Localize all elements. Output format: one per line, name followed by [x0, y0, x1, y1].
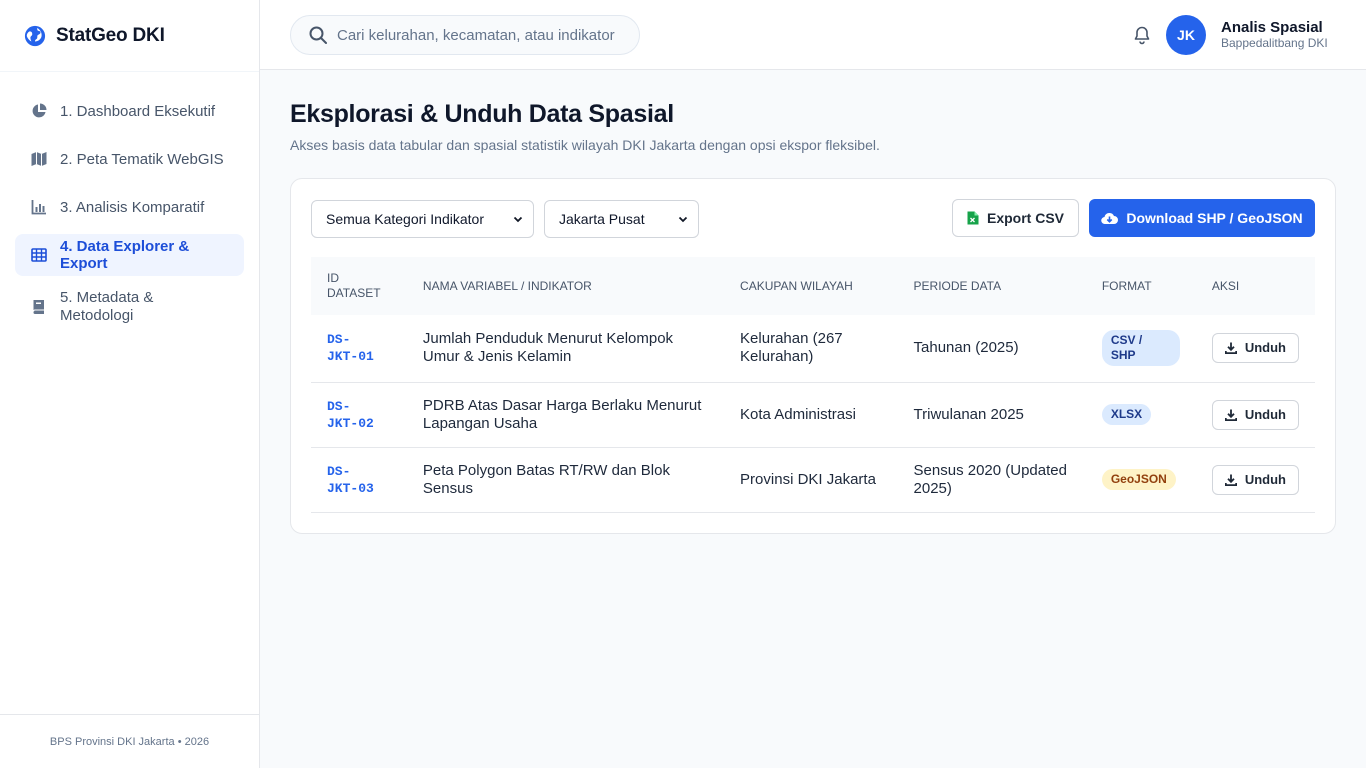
dataset-action: Unduh — [1195, 447, 1315, 513]
dataset-format: CSV / SHP — [1085, 315, 1196, 383]
dataset-coverage: Provinsi DKI Jakarta — [724, 447, 898, 513]
pie-chart-icon — [31, 103, 48, 120]
dataset-action: Unduh — [1195, 382, 1315, 448]
sidebar-item-label: 2. Peta Tematik WebGIS — [60, 150, 224, 168]
download-row-button[interactable]: Unduh — [1211, 464, 1299, 495]
dataset-format: GeoJSON — [1085, 447, 1196, 513]
sidebar: StatGeo DKI 1. Dashboard Eksekutif 2. Pe… — [0, 0, 260, 768]
dataset-id[interactable]: DS- JKT-03 — [311, 447, 407, 513]
download-icon — [1224, 342, 1237, 355]
sidebar-footer: BPS Provinsi DKI Jakarta • 2026 — [0, 714, 259, 768]
table-header-row: ID DATASET NAMA VARIABEL / INDIKATOR CAKU… — [311, 257, 1315, 315]
data-explorer-card: Semua Kategori Indikator Jakarta Pusat E… — [290, 178, 1336, 534]
region-select[interactable]: Jakarta Pusat — [544, 200, 699, 238]
file-spreadsheet-icon — [967, 211, 979, 225]
page-title: Eksplorasi & Unduh Data Spasial — [290, 100, 674, 128]
column-header-coverage[interactable]: CAKUPAN WILAYAH — [724, 257, 897, 315]
export-csv-button[interactable]: Export CSV — [952, 199, 1079, 237]
sidebar-item-data-explorer[interactable]: 4. Data Explorer & Export — [15, 234, 244, 276]
dataset-name: Peta Polygon Batas RT/RW dan Blok Sensus — [406, 447, 725, 513]
download-shp-label: Download SHP / GeoJSON — [1126, 210, 1303, 226]
topbar: JK Analis Spasial Bappedalitbang DKI — [260, 0, 1366, 70]
column-header-id[interactable]: ID DATASET — [311, 257, 407, 315]
column-header-action: AKSI — [1211, 278, 1240, 293]
dataset-period: Triwulanan 2025 — [897, 382, 1086, 448]
sidebar-item-analisis[interactable]: 3. Analisis Komparatif — [15, 186, 244, 228]
search-input[interactable] — [337, 26, 617, 44]
globe-icon — [24, 25, 46, 47]
column-header-format[interactable]: FORMAT — [1086, 257, 1196, 315]
map-icon — [31, 151, 48, 168]
table-row[interactable]: DS- JKT-03 Peta Polygon Batas RT/RW dan B… — [311, 447, 1315, 513]
dataset-format: XLSX — [1085, 382, 1196, 448]
dataset-id[interactable]: DS- JKT-02 — [311, 382, 407, 448]
table-row[interactable]: DS- JKT-01 Jumlah Penduduk Menurut Kelomp… — [311, 315, 1315, 383]
sidebar-item-dashboard[interactable]: 1. Dashboard Eksekutif — [15, 90, 244, 132]
download-row-label: Unduh — [1244, 406, 1286, 422]
dataset-period: Tahunan (2025) — [897, 315, 1086, 383]
dataset-name: Jumlah Penduduk Menurut Kelompok Umur & … — [406, 315, 725, 383]
brand[interactable]: StatGeo DKI — [0, 0, 259, 72]
dataset-coverage: Kelurahan (267 Kelurahan) — [724, 315, 898, 383]
sidebar-item-label: 5. Metadata & Metodologi — [60, 289, 154, 324]
chevron-down-icon — [513, 214, 523, 224]
download-icon — [1224, 474, 1237, 486]
dataset-table: ID DATASET NAMA VARIABEL / INDIKATOR CAKU… — [311, 257, 1315, 513]
page-subtitle: Akses basis data tabular dan spasial sta… — [290, 137, 880, 153]
download-shp-geojson-button[interactable]: Download SHP / GeoJSON — [1089, 199, 1315, 237]
dataset-id[interactable]: DS- JKT-01 — [311, 315, 407, 383]
download-row-label: Unduh — [1244, 471, 1286, 487]
category-select[interactable]: Semua Kategori Indikator — [311, 200, 534, 238]
cloud-download-icon — [1101, 211, 1119, 225]
table-icon — [31, 247, 48, 264]
format-badge: XLSX — [1101, 404, 1152, 425]
main-content: Eksplorasi & Unduh Data Spasial Akses ba… — [290, 100, 1336, 534]
export-csv-label: Export CSV — [986, 210, 1064, 226]
dataset-name: PDRB Atas Dasar Harga Berlaku Menurut La… — [406, 382, 725, 448]
user-name: Analis Spasial — [1221, 19, 1323, 36]
format-badge: CSV / SHP — [1101, 330, 1180, 367]
category-select-value: Semua Kategori Indikator — [326, 211, 484, 227]
search-icon — [309, 26, 327, 44]
dataset-coverage: Kota Administrasi — [724, 382, 898, 448]
region-select-value: Jakarta Pusat — [559, 211, 645, 227]
sidebar-item-label: 4. Data Explorer & Export — [60, 238, 190, 272]
table-row[interactable]: DS- JKT-02 PDRB Atas Dasar Harga Berlaku … — [311, 382, 1315, 448]
sidebar-item-label: 3. Analisis Komparatif — [60, 198, 205, 216]
sidebar-nav: 1. Dashboard Eksekutif 2. Peta Tematik W… — [0, 72, 259, 332]
brand-name: StatGeo DKI — [56, 24, 165, 46]
user-org: Bappedalitbang DKI — [1221, 36, 1328, 50]
sidebar-item-label: 1. Dashboard Eksekutif — [60, 102, 216, 120]
sidebar-item-metadata[interactable]: 5. Metadata & Metodologi — [15, 282, 244, 332]
chevron-down-icon — [678, 214, 688, 224]
dataset-action: Unduh — [1195, 315, 1315, 383]
dataset-period: Sensus 2020 (Updated 2025) — [897, 447, 1086, 513]
search-box[interactable] — [290, 15, 640, 55]
download-icon — [1224, 409, 1237, 421]
column-header-period[interactable]: PERIODE DATA — [898, 257, 1086, 315]
sidebar-item-webgis[interactable]: 2. Peta Tematik WebGIS — [15, 138, 244, 180]
column-header-name[interactable]: NAMA VARIABEL / INDIKATOR — [407, 257, 724, 315]
bar-chart-icon — [31, 199, 48, 216]
format-badge: GeoJSON — [1101, 469, 1176, 490]
download-row-button[interactable]: Unduh — [1211, 333, 1299, 364]
bell-icon[interactable] — [1132, 25, 1152, 45]
avatar[interactable]: JK — [1166, 15, 1206, 55]
download-row-button[interactable]: Unduh — [1211, 399, 1299, 430]
download-row-label: Unduh — [1244, 340, 1286, 356]
book-icon — [31, 299, 48, 316]
